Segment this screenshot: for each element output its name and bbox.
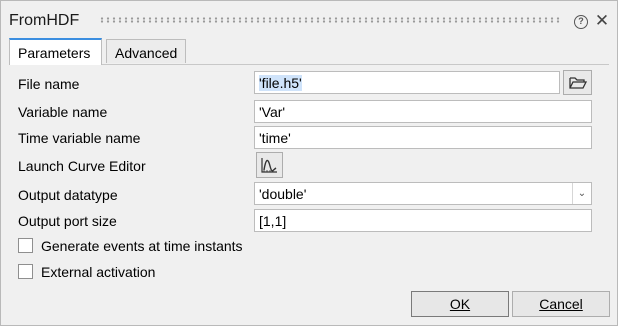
variable-name-input[interactable]: 'Var' xyxy=(254,100,592,123)
tab-advanced[interactable]: Advanced xyxy=(106,39,186,63)
time-variable-name-label: Time variable name xyxy=(18,130,141,146)
browse-button[interactable] xyxy=(563,70,592,95)
variable-name-label: Variable name xyxy=(18,104,108,120)
output-datatype-value: 'double' xyxy=(259,186,307,202)
launch-curve-editor-label: Launch Curve Editor xyxy=(18,158,146,174)
generate-events-label: Generate events at time instants xyxy=(41,238,243,254)
tab-parameters[interactable]: Parameters xyxy=(9,38,102,65)
title-bar[interactable]: FromHDF ? ✕ xyxy=(1,1,617,37)
external-activation-label: External activation xyxy=(41,264,156,280)
close-icon[interactable]: ✕ xyxy=(594,11,610,31)
external-activation-checkbox[interactable] xyxy=(18,264,33,279)
curve-editor-icon xyxy=(261,158,277,173)
chevron-down-icon[interactable]: ⌄ xyxy=(572,183,591,204)
ok-button-label: OK xyxy=(449,296,471,312)
folder-open-icon xyxy=(569,77,588,89)
curve-editor-button[interactable] xyxy=(256,152,283,178)
help-icon[interactable]: ? xyxy=(574,15,588,29)
output-port-size-input[interactable]: [1,1] xyxy=(254,209,592,232)
generate-events-checkbox[interactable] xyxy=(18,238,33,253)
output-port-size-label: Output port size xyxy=(18,213,117,229)
time-variable-name-input[interactable]: 'time' xyxy=(254,126,592,149)
window-title: FromHDF xyxy=(9,12,80,29)
file-name-value: 'file.h5' xyxy=(259,75,302,91)
file-name-label: File name xyxy=(18,76,80,92)
drag-grip[interactable] xyxy=(99,17,561,23)
cancel-button-label: Cancel xyxy=(539,296,583,312)
ok-button[interactable]: OK xyxy=(411,291,509,317)
cancel-button[interactable]: Cancel xyxy=(512,291,610,317)
output-datatype-select[interactable]: 'double' ⌄ xyxy=(254,182,592,205)
output-datatype-label: Output datatype xyxy=(18,187,118,203)
dialog-window: FromHDF ? ✕ Parameters Advanced File nam… xyxy=(0,0,618,326)
file-name-input[interactable]: 'file.h5' xyxy=(254,71,560,94)
